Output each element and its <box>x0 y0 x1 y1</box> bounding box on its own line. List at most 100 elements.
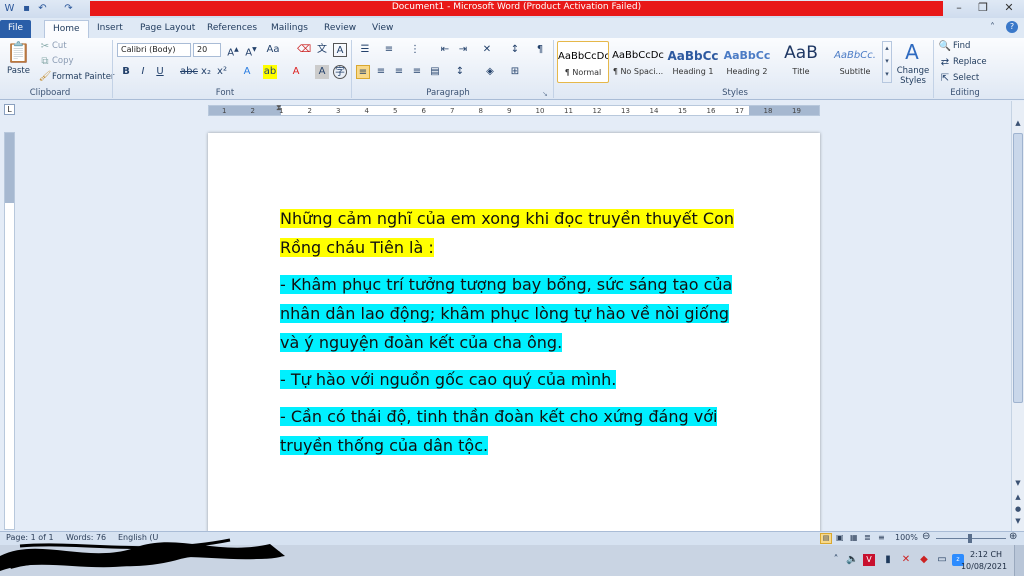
increase-indent-icon[interactable]: ⇥ <box>456 43 470 57</box>
clock-time[interactable]: 2:12 CH <box>966 550 1006 559</box>
outline-icon[interactable]: ≣ <box>864 533 871 542</box>
font-size-combo[interactable]: 20 <box>193 43 221 57</box>
paragraph-bullet-3[interactable]: - Cần có thái độ, tinh thần đoàn kết cho… <box>280 402 748 460</box>
find-button[interactable]: Find <box>953 41 970 51</box>
highlighted-text[interactable]: - Tự hào với nguồn gốc cao quý của mình. <box>280 370 617 389</box>
help-icon[interactable]: ? <box>1006 21 1018 33</box>
style-heading-2[interactable]: AaBbCc Heading 2 <box>721 41 773 83</box>
previous-page-icon[interactable]: ▲ <box>1013 493 1023 503</box>
minimize-icon[interactable]: – <box>946 0 972 16</box>
paste-icon[interactable]: 📋 <box>6 40 31 66</box>
vertical-ruler[interactable] <box>4 132 15 530</box>
ribbon-minimize-icon[interactable]: ˄ <box>990 22 995 33</box>
sync-icon[interactable]: ◆ <box>918 554 930 566</box>
alert-icon[interactable]: ✕ <box>900 554 912 566</box>
close-icon[interactable]: ✕ <box>996 0 1022 16</box>
tab-home[interactable]: Home <box>44 20 89 38</box>
multilevel-list-icon[interactable]: ⋮ <box>408 43 422 57</box>
volume-icon[interactable]: 🔈 <box>846 554 858 566</box>
bold-icon[interactable]: B <box>119 65 133 79</box>
tab-references[interactable]: References <box>199 20 265 38</box>
style-heading-1[interactable]: AaBbCc Heading 1 <box>667 41 719 83</box>
replace-button[interactable]: Replace <box>953 57 987 67</box>
select-browse-object-icon[interactable]: ● <box>1013 505 1023 515</box>
document-body[interactable]: Những cảm nghĩ của em xong khi đọc truyề… <box>280 204 748 468</box>
print-layout-icon[interactable]: ▤ <box>820 533 832 544</box>
highlighted-text[interactable]: - Khâm phục trí tưởng tượng bay bổng, sứ… <box>280 275 733 352</box>
word-logo-icon[interactable]: W <box>3 2 16 15</box>
web-layout-icon[interactable]: ▦ <box>850 533 858 542</box>
undo-icon[interactable]: ↶ <box>36 2 49 15</box>
styles-scroll-icon[interactable]: ▴ ▾ ▾ <box>882 41 892 83</box>
tab-page-layout[interactable]: Page Layout <box>132 20 203 38</box>
text-highlight-icon[interactable]: ab <box>263 65 277 79</box>
style-subtitle[interactable]: AaBbCc. Subtitle <box>829 41 881 83</box>
shading-icon[interactable]: ◈ <box>483 65 497 79</box>
tray-arrow-icon[interactable]: ˄ <box>830 554 842 566</box>
phonetic-guide-icon[interactable]: 文 <box>315 43 329 57</box>
full-screen-icon[interactable]: ▣ <box>836 533 844 542</box>
change-styles-icon[interactable]: A <box>900 40 924 64</box>
select-button[interactable]: Select <box>953 73 979 83</box>
paste-button[interactable]: Paste <box>7 66 30 76</box>
line-spacing-icon[interactable]: ↕ <box>453 65 467 79</box>
style-normal[interactable]: AaBbCcDc ¶ Normal <box>557 41 609 83</box>
scroll-up-icon[interactable]: ▲ <box>1013 119 1023 129</box>
tab-file[interactable]: File <box>0 20 32 38</box>
font-name-combo[interactable]: Calibri (Body) <box>117 43 191 57</box>
scroll-down-icon[interactable]: ▼ <box>1013 479 1023 489</box>
character-shading-icon[interactable]: A <box>315 65 329 79</box>
align-center-icon[interactable]: ≡ <box>374 65 388 79</box>
paragraph-intro[interactable]: Những cảm nghĩ của em xong khi đọc truyề… <box>280 204 748 262</box>
strikethrough-icon[interactable]: abc <box>180 65 198 79</box>
superscript-icon[interactable]: x² <box>215 65 229 79</box>
highlighted-text[interactable]: Những cảm nghĩ của em xong khi đọc truyề… <box>280 209 734 257</box>
network-icon[interactable]: ▮ <box>882 554 894 566</box>
decrease-indent-icon[interactable]: ⇤ <box>438 43 452 57</box>
document-page[interactable]: Những cảm nghĩ của em xong khi đọc truyề… <box>208 133 820 533</box>
change-styles-button[interactable]: Change Styles <box>896 66 930 86</box>
vertical-scrollbar[interactable]: ▲ ▼ ▲ ● ▼ <box>1011 101 1024 531</box>
enclose-characters-icon[interactable]: 字 <box>333 65 347 79</box>
align-right-icon[interactable]: ≡ <box>392 65 406 79</box>
borders-icon[interactable]: ⊞ <box>508 65 522 79</box>
show-desktop-button[interactable] <box>1014 545 1024 576</box>
justify-icon[interactable]: ≡ <box>410 65 424 79</box>
character-border-icon[interactable]: A <box>333 43 347 57</box>
tab-selector-icon[interactable]: L <box>4 104 15 115</box>
format-painter-button[interactable]: Format Painter <box>52 72 114 82</box>
copy-button[interactable]: Copy <box>52 56 74 66</box>
clear-formatting-icon[interactable]: ⌫ <box>297 43 311 57</box>
horizontal-ruler[interactable]: L 1212345678910111213141516171819 ⧗ ▤ <box>0 101 1024 119</box>
zoom-out-icon[interactable]: ⊖ <box>922 531 930 542</box>
restore-icon[interactable]: ❐ <box>970 0 996 16</box>
style-no-spacing[interactable]: AaBbCcDc ¶ No Spaci... <box>612 41 664 83</box>
antivirus-icon[interactable]: V <box>863 554 875 566</box>
indent-marker-icon[interactable]: ⧗ <box>276 103 282 113</box>
align-left-icon[interactable]: ≡ <box>356 65 370 79</box>
tab-review[interactable]: Review <box>316 20 364 38</box>
paragraph-bullet-1[interactable]: - Khâm phục trí tưởng tượng bay bổng, sứ… <box>280 270 748 357</box>
shrink-font-icon[interactable]: A▼ <box>244 43 258 58</box>
italic-icon[interactable]: I <box>136 65 150 79</box>
sort-icon[interactable]: ↕ <box>508 43 522 57</box>
tab-view[interactable]: View <box>364 20 401 38</box>
next-page-icon[interactable]: ▼ <box>1013 517 1023 527</box>
text-effects-icon[interactable]: A <box>240 65 254 79</box>
bullets-icon[interactable]: ☰ <box>358 43 372 57</box>
tab-mailings[interactable]: Mailings <box>263 20 316 38</box>
scroll-thumb[interactable] <box>1013 133 1023 403</box>
underline-icon[interactable]: U <box>153 65 167 79</box>
save-icon[interactable]: ▪ <box>20 2 33 15</box>
numbering-icon[interactable]: ≡ <box>382 43 396 57</box>
show-formatting-icon[interactable]: ¶ <box>533 43 547 57</box>
grow-font-icon[interactable]: A▲ <box>226 43 240 58</box>
zoom-in-icon[interactable]: ⊕ <box>1009 531 1017 542</box>
zoom-slider-thumb[interactable] <box>968 534 972 543</box>
ruler-strip[interactable]: 1 2 1 2 3 4 5 6 7 8 9 10 11 12 13 14 15 16 17 18 19 <box>208 105 820 116</box>
clock-date[interactable]: 10/08/2021 <box>958 562 1010 571</box>
draft-icon[interactable]: ≡ <box>878 533 885 542</box>
highlighted-text[interactable]: - Cần có thái độ, tinh thần đoàn kết cho… <box>280 407 718 455</box>
subscript-icon[interactable]: x₂ <box>199 65 213 79</box>
battery-icon[interactable]: ▭ <box>936 554 948 566</box>
